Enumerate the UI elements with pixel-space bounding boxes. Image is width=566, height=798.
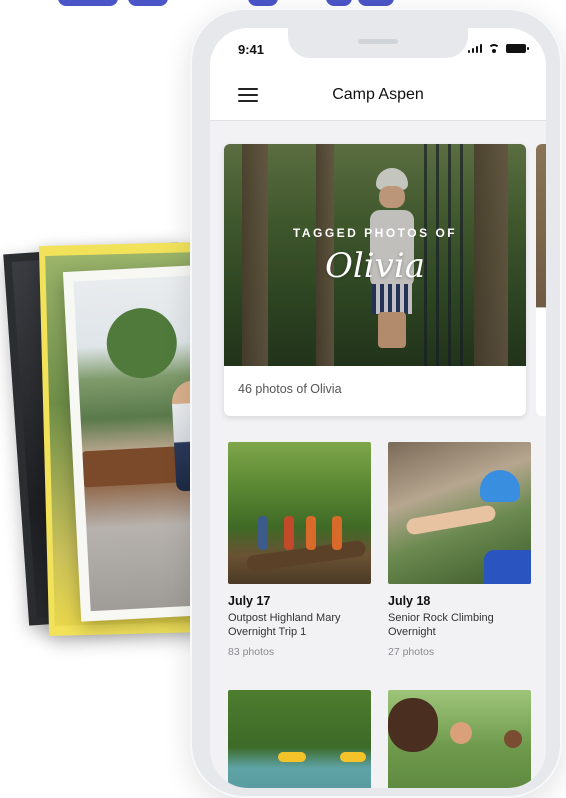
phone-device: 9:41 Camp Aspen TAGGED PHOTOS OF Olivia …	[190, 8, 562, 798]
wifi-icon	[487, 43, 501, 53]
tagged-photos-card[interactable]: TAGGED PHOTOS OF Olivia 46 photos of Oli…	[224, 144, 526, 416]
hero-caption: 46 photos of Olivia	[238, 382, 342, 396]
album-card[interactable]: July 17 Outpost Highland Mary Overnight …	[228, 442, 371, 658]
phone-notch	[288, 28, 468, 58]
album-photo-count: 27 photos	[388, 646, 435, 658]
album-thumbnail	[388, 690, 531, 788]
hero-label: TAGGED PHOTOS OF	[292, 226, 458, 240]
album-card[interactable]	[228, 690, 371, 788]
hero-name: Olivia	[325, 246, 425, 286]
page-title: Camp Aspen	[332, 86, 424, 103]
signal-icon	[467, 43, 482, 53]
nav-bar: Camp Aspen	[210, 68, 546, 121]
app-screen: 9:41 Camp Aspen TAGGED PHOTOS OF Olivia …	[210, 28, 546, 788]
album-title: Senior Rock Climbing Overnight	[388, 612, 494, 638]
album-thumbnail	[228, 442, 371, 584]
album-title: Outpost Highland Mary Overnight Trip 1	[228, 612, 341, 638]
album-photo-count: 83 photos	[228, 646, 275, 658]
status-time: 9:41	[238, 42, 265, 57]
album-date: July 18	[388, 594, 431, 608]
album-card[interactable]	[388, 690, 531, 788]
next-card-peek[interactable]	[536, 144, 546, 416]
battery-icon	[506, 44, 529, 53]
album-thumbnail	[228, 690, 371, 788]
album-date: July 17	[228, 594, 271, 608]
album-card[interactable]: July 18 Senior Rock Climbing Overnight 2…	[388, 442, 531, 658]
cropped-heading-decoration	[58, 0, 398, 6]
album-thumbnail	[388, 442, 531, 584]
